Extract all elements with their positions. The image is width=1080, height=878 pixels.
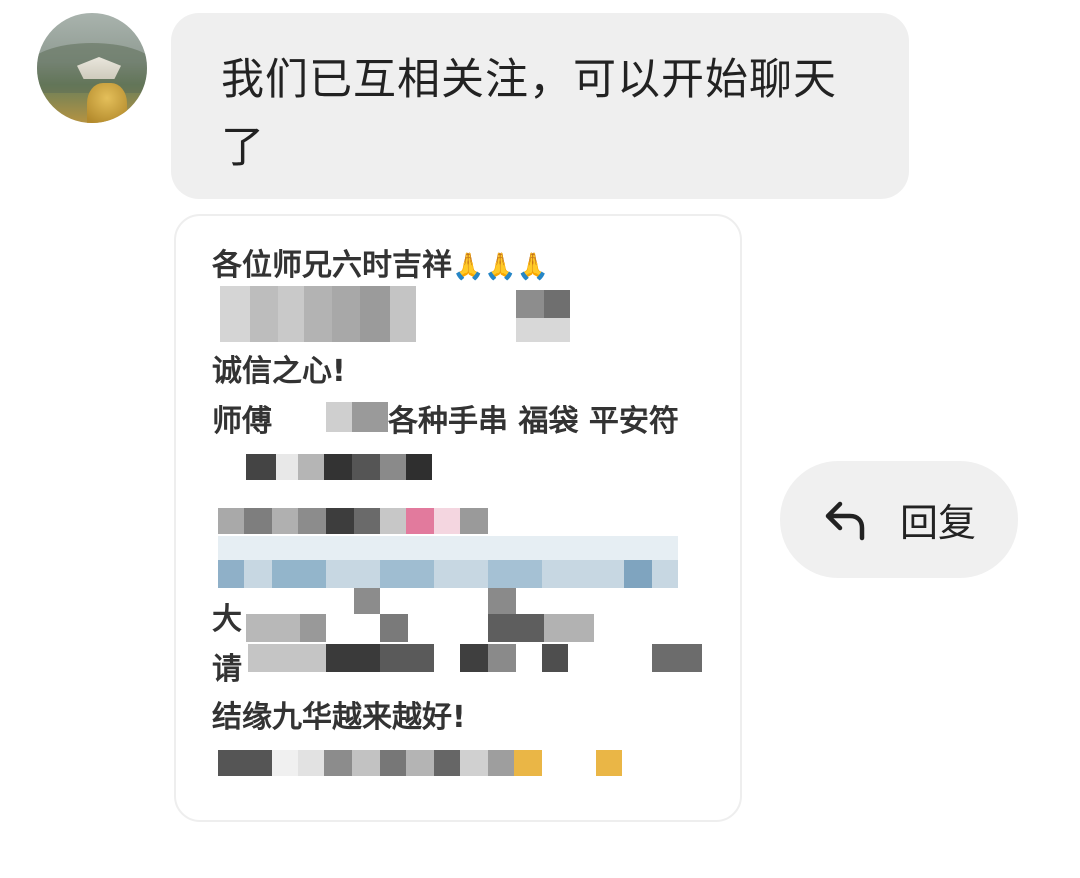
pixelated-block <box>304 286 332 342</box>
pixelated-block <box>516 318 570 342</box>
pixelated-block <box>434 750 460 776</box>
pixelated-block <box>298 508 326 534</box>
pixelated-block <box>218 508 244 534</box>
pixelated-block <box>352 454 380 480</box>
pixelated-block <box>244 508 272 534</box>
pixelated-block <box>246 614 300 642</box>
pixelated-block <box>460 508 488 534</box>
card-line-products: 各种手串 福袋 平安符 <box>388 404 679 439</box>
card-line-blessing: 结缘九华越来越好! <box>212 700 466 735</box>
pixelated-block <box>272 560 326 588</box>
forwarded-message-card[interactable]: 各位师兄六时吉祥🙏🙏🙏 诚信之心! 师傅 各种手串 福袋 平安符 大 请 结缘九… <box>174 214 742 822</box>
pixelated-block <box>220 286 250 342</box>
pixelated-block <box>488 644 516 672</box>
avatar-statue <box>87 83 127 123</box>
pixelated-block <box>246 454 276 480</box>
received-message-text: 我们已互相关注，可以开始聊天了 <box>221 55 837 173</box>
received-message-bubble[interactable]: 我们已互相关注，可以开始聊天了 <box>171 13 909 199</box>
pixelated-block <box>248 644 326 672</box>
pixelated-block <box>516 290 544 318</box>
pixelated-block <box>624 560 652 588</box>
pixelated-block <box>352 402 388 432</box>
pixelated-block <box>352 750 380 776</box>
card-line-greeting-text: 各位师兄六时吉祥 <box>212 248 452 283</box>
pixelated-block <box>514 750 542 776</box>
pixelated-block <box>460 644 488 672</box>
pixelated-block <box>406 508 434 534</box>
card-line-greeting: 各位师兄六时吉祥🙏🙏🙏 <box>212 240 549 284</box>
card-line-sincere: 诚信之心! <box>212 354 346 389</box>
pixelated-block <box>278 286 304 342</box>
pixelated-block <box>326 508 354 534</box>
pixelated-block <box>488 750 514 776</box>
pixelated-block <box>298 454 324 480</box>
pixelated-block <box>652 644 702 672</box>
pixelated-block <box>218 750 272 776</box>
pixelated-block <box>488 560 542 588</box>
pixelated-block <box>300 614 326 642</box>
pixelated-block <box>544 290 570 318</box>
pixelated-block <box>360 286 390 342</box>
reply-label: 回复 <box>899 501 976 545</box>
pixelated-block <box>326 644 380 672</box>
pixelated-block <box>380 614 408 642</box>
pixelated-block <box>380 644 434 672</box>
card-line-da: 大 <box>212 602 242 637</box>
pixelated-block <box>380 454 406 480</box>
pixelated-block <box>380 750 406 776</box>
card-line-master: 师傅 <box>212 396 272 440</box>
pray-emoji-icon: 🙏🙏🙏 <box>452 252 550 282</box>
card-line-master-text: 师傅 <box>212 404 272 439</box>
pixelated-block <box>332 286 360 342</box>
pixelated-block <box>434 508 460 534</box>
pixelated-block <box>272 750 298 776</box>
pixelated-block <box>276 454 298 480</box>
pixelated-block <box>544 614 594 642</box>
pixelated-block <box>272 508 298 534</box>
pixelated-block <box>354 508 380 534</box>
avatar[interactable] <box>37 13 147 123</box>
pixelated-block <box>380 508 406 534</box>
pixelated-block <box>324 454 352 480</box>
pixelated-block <box>488 614 544 642</box>
pixelated-block <box>218 560 244 588</box>
pixelated-block <box>542 644 568 672</box>
pixelated-block <box>406 750 434 776</box>
pixelated-block <box>380 560 434 588</box>
card-line-qing: 请 <box>212 652 242 687</box>
pixelated-block <box>250 286 278 342</box>
pixelated-block <box>406 454 432 480</box>
pixelated-block <box>326 402 352 432</box>
pixelated-block <box>298 750 324 776</box>
pixelated-block <box>324 750 352 776</box>
pixelated-block <box>354 588 380 614</box>
pixelated-block <box>460 750 488 776</box>
reply-button[interactable]: 回复 <box>780 461 1018 578</box>
pixelated-block <box>390 286 416 342</box>
reply-arrow-icon <box>825 501 865 540</box>
pixelated-block <box>488 588 516 614</box>
pixelated-block <box>596 750 622 776</box>
pixelated-block <box>218 536 678 560</box>
